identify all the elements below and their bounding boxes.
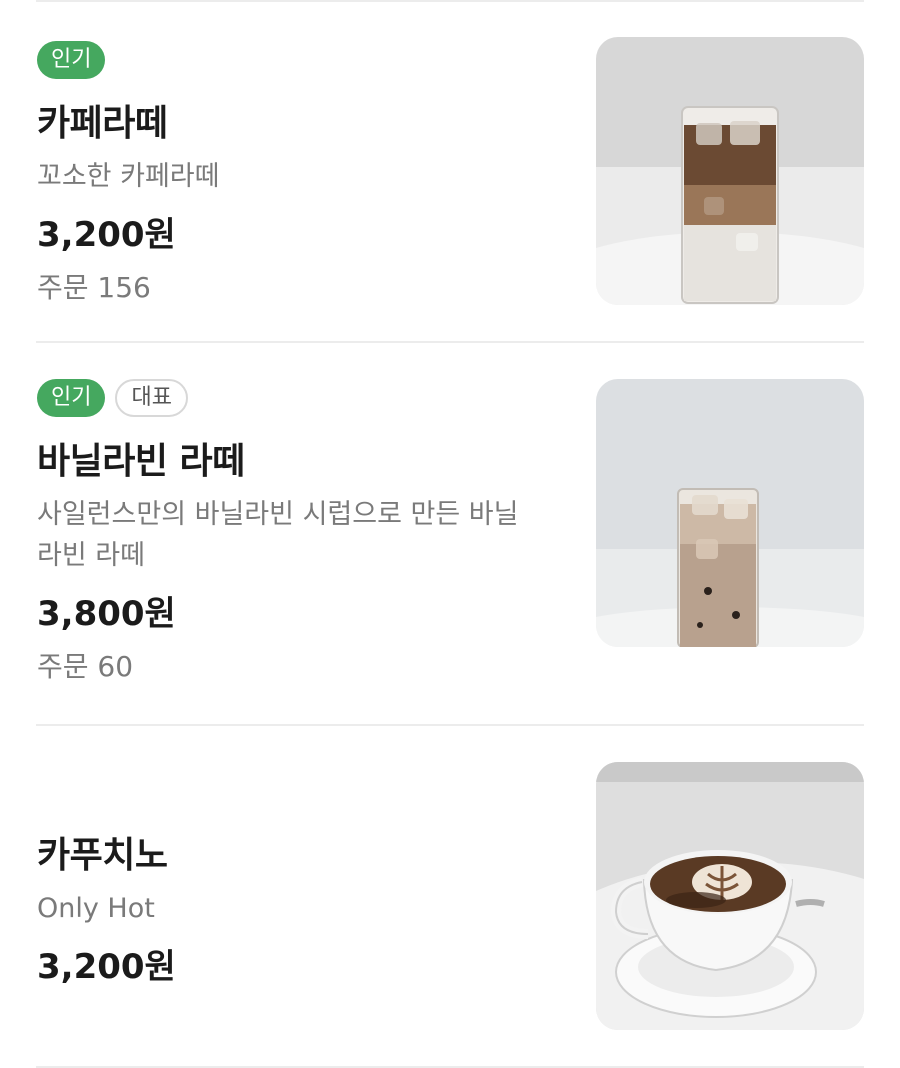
- badge-group: 인기 대표: [37, 378, 557, 418]
- menu-item-info: 카푸치노 Only Hot 3,200원: [37, 826, 557, 988]
- menu-item-description-line-2: 라빈 라떼: [37, 540, 145, 571]
- menu-item-vanilla-bean-latte[interactable]: 인기 대표 바닐라빈 라떼 사일런스만의 바닐라빈 시럽으로 만든 바닐 라빈 …: [0, 343, 900, 725]
- menu-item-name: 카푸치노: [37, 835, 168, 876]
- popular-badge: 인기: [37, 41, 106, 79]
- iced-latte-photo: [596, 37, 864, 305]
- menu-item-name: 바닐라빈 라떼: [37, 441, 245, 482]
- badge-group: 인기: [37, 40, 557, 80]
- menu-item-cappuccino[interactable]: 카푸치노 Only Hot 3,200원: [0, 726, 900, 1068]
- menu-item-order-count: 주문 60: [37, 650, 134, 683]
- menu-item-info: 인기 카페라떼 꼬소한 카페라떼 3,200원 주문 156: [37, 40, 557, 306]
- menu-item-description: Only Hot: [37, 893, 155, 924]
- cappuccino-photo: [596, 762, 864, 1030]
- popular-badge: 인기: [37, 379, 106, 417]
- menu-item-price: 3,200원: [37, 215, 176, 255]
- signature-badge: 대표: [115, 379, 188, 417]
- menu-item-description-line-1: 사일런스만의 바닐라빈 시럽으로 만든 바닐: [37, 499, 519, 530]
- menu-item-order-count: 주문 156: [37, 271, 151, 304]
- menu-item-price: 3,200원: [37, 947, 176, 987]
- menu-item-name: 카페라떼: [37, 103, 168, 144]
- vanilla-latte-photo: [596, 379, 864, 647]
- menu-item-cafe-latte[interactable]: 인기 카페라떼 꼬소한 카페라떼 3,200원 주문 156: [0, 0, 900, 342]
- menu-item-price: 3,800원: [37, 594, 176, 634]
- menu-item-description: 꼬소한 카페라떼: [37, 161, 220, 192]
- menu-item-info: 인기 대표 바닐라빈 라떼 사일런스만의 바닐라빈 시럽으로 만든 바닐 라빈 …: [37, 378, 557, 685]
